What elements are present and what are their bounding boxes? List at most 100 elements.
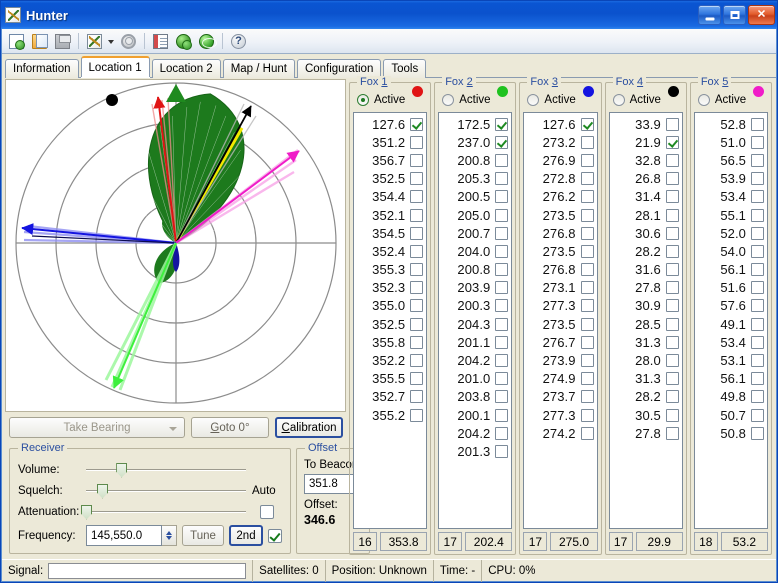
bearing-checkbox[interactable] [495,409,508,422]
bearing-checkbox[interactable] [410,318,423,331]
fox-2-bearing-list[interactable]: 172.5237.0200.8205.3200.5205.0200.7204.0… [438,112,512,529]
save-icon[interactable] [52,31,73,52]
bearing-row[interactable]: 274.9 [526,370,593,388]
bearing-checkbox[interactable] [495,445,508,458]
bearing-checkbox[interactable] [495,136,508,149]
bearing-checkbox[interactable] [666,118,679,131]
bearing-row[interactable]: 200.1 [441,406,508,424]
help-icon[interactable] [228,31,249,52]
bearing-row[interactable]: 53.4 [697,188,764,206]
bearing-checkbox[interactable] [495,154,508,167]
tab-information[interactable]: Information [5,59,79,78]
bearing-checkbox[interactable] [666,336,679,349]
attenuation-checkbox[interactable] [260,505,274,519]
bearing-row[interactable]: 352.2 [356,351,423,369]
calibration-button[interactable]: Calibration [275,417,343,438]
bearing-row[interactable]: 201.1 [441,333,508,351]
bearing-row[interactable]: 31.3 [612,370,679,388]
bearing-checkbox[interactable] [495,281,508,294]
bearing-checkbox[interactable] [751,209,764,222]
bearing-checkbox[interactable] [410,227,423,240]
bearing-row[interactable]: 277.3 [526,406,593,424]
goto-zero-button[interactable]: Goto 0° [191,417,269,438]
bearing-checkbox[interactable] [581,427,594,440]
bearing-row[interactable]: 52.0 [697,224,764,242]
bearing-checkbox[interactable] [751,427,764,440]
bearing-row[interactable]: 355.0 [356,297,423,315]
bearing-checkbox[interactable] [666,227,679,240]
bearing-row[interactable]: 352.1 [356,206,423,224]
bearing-checkbox[interactable] [410,354,423,367]
bearing-row[interactable]: 127.6 [526,115,593,133]
bearing-row[interactable]: 274.2 [526,424,593,442]
bearing-row[interactable]: 53.4 [697,333,764,351]
bearing-row[interactable]: 203.8 [441,388,508,406]
bearing-checkbox[interactable] [410,281,423,294]
bearing-checkbox[interactable] [581,318,594,331]
bearing-checkbox[interactable] [581,136,594,149]
tab-map-hunt[interactable]: Map / Hunt [223,59,295,78]
bearing-checkbox[interactable] [751,245,764,258]
frequency-stepper[interactable] [162,525,177,546]
add-globe-icon[interactable] [173,31,194,52]
frequency-input[interactable]: 145,550.0 [86,525,162,546]
bearing-row[interactable]: 127.6 [356,115,423,133]
bearing-row[interactable]: 354.4 [356,188,423,206]
bearing-row[interactable]: 204.0 [441,242,508,260]
bearing-row[interactable]: 273.5 [526,206,593,224]
bearing-row[interactable]: 273.7 [526,388,593,406]
bearing-checkbox[interactable] [410,390,423,403]
bearing-checkbox[interactable] [410,154,423,167]
bearing-checkbox[interactable] [410,190,423,203]
volume-thumb[interactable] [116,463,127,478]
bearing-row[interactable]: 51.0 [697,133,764,151]
bearing-row[interactable]: 53.9 [697,170,764,188]
bearing-checkbox[interactable] [666,354,679,367]
attenuation-slider[interactable] [86,504,246,520]
bearing-checkbox[interactable] [495,190,508,203]
bearing-row[interactable]: 352.3 [356,279,423,297]
fox-5-bearing-list[interactable]: 52.851.056.553.953.455.152.054.056.151.6… [694,112,768,529]
bearing-row[interactable]: 352.4 [356,242,423,260]
bearing-checkbox[interactable] [581,354,594,367]
bearing-checkbox[interactable] [581,190,594,203]
bearing-checkbox[interactable] [495,390,508,403]
bearing-checkbox[interactable] [666,263,679,276]
bearing-row[interactable]: 273.1 [526,279,593,297]
bearing-checkbox[interactable] [751,409,764,422]
volume-slider[interactable] [86,462,246,478]
bearing-checkbox[interactable] [495,263,508,276]
bearing-checkbox[interactable] [751,118,764,131]
minimize-button[interactable] [698,5,721,25]
bearing-row[interactable]: 28.0 [612,351,679,369]
bearing-checkbox[interactable] [581,336,594,349]
bearing-checkbox[interactable] [581,372,594,385]
bearing-row[interactable]: 352.5 [356,170,423,188]
bearing-row[interactable]: 27.8 [612,279,679,297]
bearing-checkbox[interactable] [751,372,764,385]
bearing-checkbox[interactable] [410,299,423,312]
bearing-checkbox[interactable] [751,318,764,331]
squelch-thumb[interactable] [97,484,108,499]
bearing-row[interactable]: 355.8 [356,333,423,351]
bearing-checkbox[interactable] [751,227,764,240]
bearing-checkbox[interactable] [666,409,679,422]
bearing-row[interactable]: 355.2 [356,406,423,424]
bearing-row[interactable]: 172.5 [441,115,508,133]
bearing-checkbox[interactable] [410,409,423,422]
bearing-row[interactable]: 57.6 [697,297,764,315]
bearing-checkbox[interactable] [495,427,508,440]
bearing-row[interactable]: 276.9 [526,151,593,169]
bearing-checkbox[interactable] [581,209,594,222]
bearing-row[interactable]: 356.7 [356,151,423,169]
open-icon[interactable] [29,31,50,52]
bearing-row[interactable]: 203.9 [441,279,508,297]
bearing-row[interactable]: 355.5 [356,370,423,388]
bearing-checkbox[interactable] [410,209,423,222]
bearing-row[interactable]: 276.7 [526,333,593,351]
bearing-row[interactable]: 351.2 [356,133,423,151]
bearing-checkbox[interactable] [581,263,594,276]
bearing-checkbox[interactable] [581,227,594,240]
bearing-row[interactable]: 205.0 [441,206,508,224]
bearing-checkbox[interactable] [751,263,764,276]
